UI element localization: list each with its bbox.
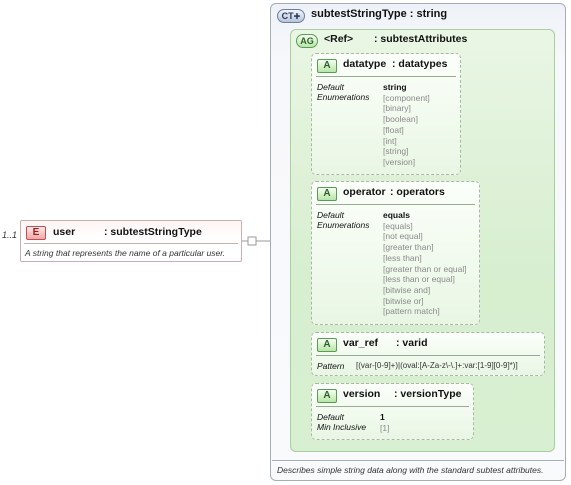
attribute-version-box[interactable]: A version : versionType Default Min Incl… xyxy=(311,383,474,440)
attribute-separator xyxy=(316,406,469,407)
enumeration-value: [not equal] xyxy=(383,231,423,242)
element-badge: E xyxy=(26,226,46,240)
attribute-datatype-box[interactable]: A datatype : datatypes Default Enumerati… xyxy=(311,53,461,175)
attribute-separator xyxy=(316,355,540,356)
element-documentation: A string that represents the name of a p… xyxy=(25,248,226,258)
element-separator xyxy=(24,243,238,244)
enumeration-value: [int] xyxy=(383,135,397,146)
enumeration-value: [boolean] xyxy=(383,114,418,125)
enumerations-label: Enumerations xyxy=(317,92,370,102)
complex-type-separator xyxy=(272,460,564,461)
attribute-type: : varid xyxy=(396,337,428,349)
enumeration-value: [component] xyxy=(383,92,430,103)
enumeration-value: [binary] xyxy=(383,103,411,114)
min-inclusive-value: [1] xyxy=(380,422,390,433)
default-value: string xyxy=(383,82,407,92)
attribute-var-ref-box[interactable]: A var_ref : varid Pattern [(var-[0-9]+)|… xyxy=(311,332,545,376)
element-name: user xyxy=(53,226,76,238)
default-value: equals xyxy=(383,210,410,220)
attribute-badge: A xyxy=(317,187,337,201)
pattern-label: Pattern xyxy=(317,361,345,371)
enumeration-value: [less than or equal] xyxy=(383,274,455,285)
attribute-name: var_ref xyxy=(343,337,379,349)
attribute-separator xyxy=(316,76,456,77)
attribute-badge: A xyxy=(317,59,337,73)
attribute-type: : operators xyxy=(390,186,445,198)
attribute-type: : versionType xyxy=(394,388,462,400)
pattern-value: [(var-[0-9]+)|(oval:[A-Za-z\-\.]+:var:[1… xyxy=(356,361,518,370)
element-type: : subtestStringType xyxy=(104,226,202,238)
complex-type-documentation: Describes simple string data along with … xyxy=(277,465,544,475)
min-inclusive-label: Min Inclusive xyxy=(317,422,367,432)
attribute-group-badge: AG xyxy=(296,34,318,48)
attribute-separator xyxy=(316,204,475,205)
cardinality-label: 1..1 xyxy=(2,230,18,240)
complex-type-title: subtestStringType : string xyxy=(311,8,448,20)
operator-values: equals [equals] [not equal] [greater tha… xyxy=(383,210,467,317)
complex-type-badge: CT✚ xyxy=(277,9,305,23)
attribute-name: version xyxy=(343,388,381,400)
enumeration-value: [string] xyxy=(383,146,409,157)
default-value: 1 xyxy=(380,412,385,422)
enumeration-value: [bitwise or] xyxy=(383,295,424,306)
attribute-badge: A xyxy=(317,389,337,403)
enumerations-label: Enumerations xyxy=(317,220,370,230)
attribute-group-type: : subtestAttributes xyxy=(374,33,468,45)
enumeration-value: [greater than or equal] xyxy=(383,263,467,274)
enumeration-value: [bitwise and] xyxy=(383,284,431,295)
default-label: Default xyxy=(317,412,344,422)
element-user-box[interactable]: E user : subtestStringType A string that… xyxy=(20,220,242,262)
datatype-values: string [component] [binary] [boolean] [f… xyxy=(383,82,430,168)
enumeration-value: [less than] xyxy=(383,252,422,263)
default-label: Default xyxy=(317,82,344,92)
attribute-operator-box[interactable]: A operator : operators Default Enumerati… xyxy=(311,181,480,325)
enumeration-value: [version] xyxy=(383,156,416,167)
enumeration-value: [equals] xyxy=(383,220,413,231)
attribute-name: datatype xyxy=(343,58,387,70)
enumeration-value: [greater than] xyxy=(383,242,434,253)
enumeration-value: [pattern match] xyxy=(383,306,440,317)
attribute-badge: A xyxy=(317,338,337,352)
attribute-group-name: <Ref> xyxy=(324,33,354,45)
enumeration-value: [float] xyxy=(383,124,404,135)
version-values: 1 [1] xyxy=(380,412,389,433)
attribute-name: operator xyxy=(343,186,386,198)
attribute-type: : datatypes xyxy=(392,58,448,70)
default-label: Default xyxy=(317,210,344,220)
